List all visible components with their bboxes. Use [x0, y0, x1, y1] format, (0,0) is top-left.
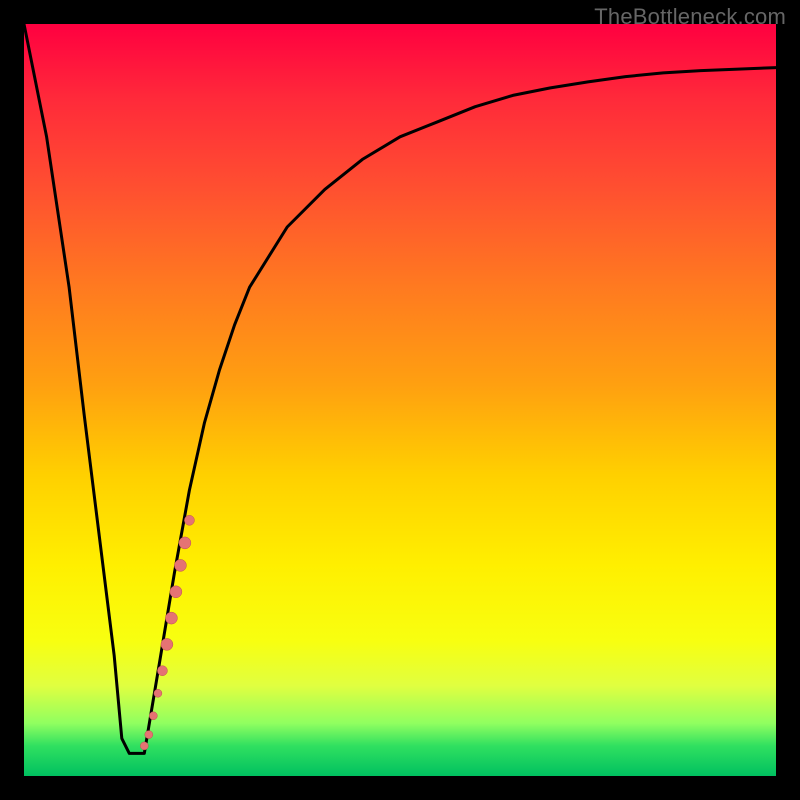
highlight-dot	[157, 666, 167, 676]
highlight-dot	[161, 638, 173, 650]
highlight-dot	[174, 559, 186, 571]
highlight-dot	[165, 612, 177, 624]
highlight-dot	[140, 742, 148, 750]
highlight-dot	[184, 515, 194, 525]
highlight-dot	[145, 731, 153, 739]
highlight-markers	[140, 515, 194, 750]
highlight-dot	[170, 586, 182, 598]
chart-frame	[24, 24, 776, 776]
bottleneck-curve-path	[24, 24, 776, 753]
highlight-dot	[149, 712, 157, 720]
highlight-dot	[154, 689, 162, 697]
highlight-dot	[179, 537, 191, 549]
bottleneck-chart	[24, 24, 776, 776]
